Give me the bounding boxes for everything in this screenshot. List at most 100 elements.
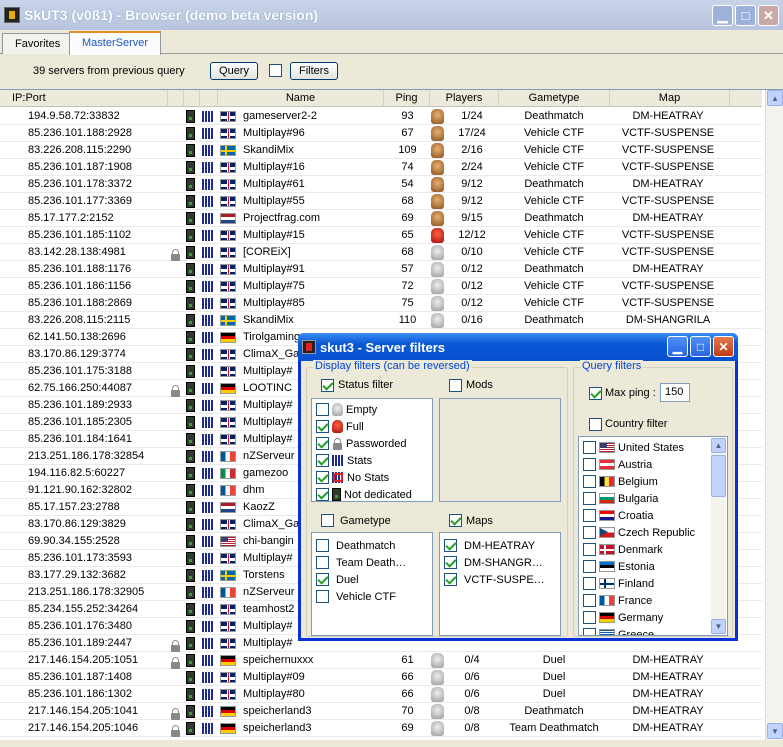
country-item-checkbox[interactable] [583,526,596,539]
table-row[interactable]: 217.146.154.205:1046 speicherland3 69 0/8 Te… [0,720,762,737]
status-filter-item[interactable]: No Stats [316,469,389,486]
scroll-up-arrow-icon[interactable]: ▲ [767,90,783,106]
gametype-item[interactable]: Vehicle CTF [316,588,396,605]
country-item[interactable]: Finland [583,575,654,592]
table-row[interactable]: 83.226.208.115:2115 SkandiMix 110 0/16 Death… [0,312,762,329]
gametype-item-checkbox[interactable] [316,573,329,586]
status-filter-item[interactable]: Empty [316,401,377,418]
status-item-checkbox[interactable] [316,437,329,450]
country-scroll-thumb[interactable] [711,455,726,497]
table-row[interactable]: 85.236.101.185:1102 Multiplay#15 65 12/12 Ve… [0,227,762,244]
gametype-item[interactable]: Deathmatch [316,537,395,554]
country-item-checkbox[interactable] [583,458,596,471]
status-filter-item[interactable]: Passworded [316,435,407,452]
status-item-checkbox[interactable] [316,403,329,416]
country-item[interactable]: Bulgaria [583,490,658,507]
country-item[interactable]: Estonia [583,558,655,575]
country-item[interactable]: United States [583,439,684,456]
country-item-checkbox[interactable] [583,594,596,607]
country-item[interactable]: Belgium [583,473,658,490]
column-players[interactable]: Players [430,90,499,107]
status-filter-item[interactable]: Stats [316,452,372,469]
country-item-checkbox[interactable] [583,611,596,624]
table-row[interactable]: 217.146.154.205:1041 speicherland3 70 0/8 De… [0,703,762,720]
gametype-item-checkbox[interactable] [316,590,329,603]
query-button[interactable]: Query [210,62,258,80]
gametype-item[interactable]: Team Death… [316,554,406,571]
table-row[interactable]: 85.236.101.188:2869 Multiplay#85 75 0/12 Veh… [0,295,762,312]
table-row[interactable]: 194.9.58.72:33832 gameserver2-2 93 1/24 Deat… [0,108,762,125]
table-row[interactable]: 85.236.101.188:2928 Multiplay#96 67 17/24 Ve… [0,125,762,142]
status-filter-item[interactable]: Full [316,418,364,435]
table-row[interactable]: 85.236.101.186:1302 Multiplay#80 66 0/6 Duel… [0,686,762,703]
table-row[interactable]: 83.142.28.138:4981 [COREiX] 68 0/10 Vehicle … [0,244,762,261]
gametype-item-checkbox[interactable] [316,556,329,569]
column-ping[interactable]: Ping [384,90,430,107]
max-ping-input[interactable]: 150 [660,383,690,402]
country-item[interactable]: Germany [583,609,663,626]
gametype-item-checkbox[interactable] [316,539,329,552]
country-item-checkbox[interactable] [583,628,596,635]
country-item-checkbox[interactable] [583,509,596,522]
dialog-minimize-button[interactable]: ▁ [667,336,688,357]
column-name[interactable]: Name [218,90,384,107]
list-scrollbar[interactable]: ▲ ▼ [765,90,783,741]
maximize-button[interactable]: □ [735,5,756,26]
dialog-close-button[interactable]: ✕ [713,336,734,357]
filters-checkbox[interactable] [269,64,282,77]
tab-masterserver[interactable]: MasterServer [69,31,162,55]
max-ping-checkbox[interactable] [589,387,602,400]
column-stats[interactable] [200,90,218,107]
country-item[interactable]: Denmark [583,541,663,558]
column-ip[interactable]: IP:Port [0,90,168,107]
status-item-checkbox[interactable] [316,488,329,501]
country-scroll-up-icon[interactable]: ▲ [711,438,726,453]
status-item-checkbox[interactable] [316,420,329,433]
table-row[interactable]: 85.236.101.187:1908 Multiplay#16 74 2/24 Veh… [0,159,762,176]
country-item[interactable]: Austria [583,456,652,473]
map-item-checkbox[interactable] [444,556,457,569]
scroll-down-arrow-icon[interactable]: ▼ [767,723,783,739]
country-item-checkbox[interactable] [583,560,596,573]
maps-checkbox[interactable] [449,514,462,527]
country-item[interactable]: France [583,592,652,609]
mods-checkbox[interactable] [449,379,462,392]
map-item[interactable]: DM-HEATRAY [444,537,535,554]
map-item-checkbox[interactable] [444,573,457,586]
status-filter-item[interactable]: Not dedicated [316,486,412,503]
country-item-checkbox[interactable] [583,492,596,505]
map-item-checkbox[interactable] [444,539,457,552]
close-button[interactable]: ✕ [758,5,779,26]
country-item-checkbox[interactable] [583,441,596,454]
country-item-checkbox[interactable] [583,475,596,488]
column-dedicated[interactable] [184,90,200,107]
country-list-scrollbar[interactable]: ▲ ▼ [711,438,726,634]
gametype-item[interactable]: Duel [316,571,359,588]
table-row[interactable]: 83.226.208.115:2290 SkandiMix 109 2/16 Vehic… [0,142,762,159]
country-filter-checkbox[interactable] [589,418,602,431]
filters-button[interactable]: Filters [290,62,338,80]
status-filter-checkbox[interactable] [321,379,334,392]
table-row[interactable]: 85.236.101.186:1156 Multiplay#75 72 0/12 Veh… [0,278,762,295]
status-item-checkbox[interactable] [316,471,329,484]
table-row[interactable]: 85.236.101.187:1408 Multiplay#09 66 0/6 Duel… [0,669,762,686]
map-item[interactable]: VCTF-SUSPE… [444,571,545,588]
column-gametype[interactable]: Gametype [499,90,610,107]
country-item-checkbox[interactable] [583,543,596,556]
column-lock[interactable] [168,90,184,107]
country-item-checkbox[interactable] [583,577,596,590]
map-item[interactable]: DM-SHANGR… [444,554,543,571]
table-row[interactable]: 85.236.101.188:1176 Multiplay#91 57 0/12 Dea… [0,261,762,278]
country-item[interactable]: Croatia [583,507,653,524]
tab-favorites[interactable]: Favorites [2,33,74,54]
minimize-button[interactable]: ▁ [712,5,733,26]
column-map[interactable]: Map [610,90,730,107]
country-item[interactable]: Czech Republic [583,524,695,541]
country-item[interactable]: Greece [583,626,654,635]
gametype-checkbox[interactable] [321,514,334,527]
table-row[interactable]: 85.236.101.177:3369 Multiplay#55 68 9/12 Veh… [0,193,762,210]
table-row[interactable]: 217.146.154.205:1051 speichernuxxx 61 0/4 Du… [0,652,762,669]
dialog-maximize-button[interactable]: □ [690,336,711,357]
country-scroll-down-icon[interactable]: ▼ [711,619,726,634]
table-row[interactable]: 85.236.101.178:3372 Multiplay#61 54 9/12 Dea… [0,176,762,193]
